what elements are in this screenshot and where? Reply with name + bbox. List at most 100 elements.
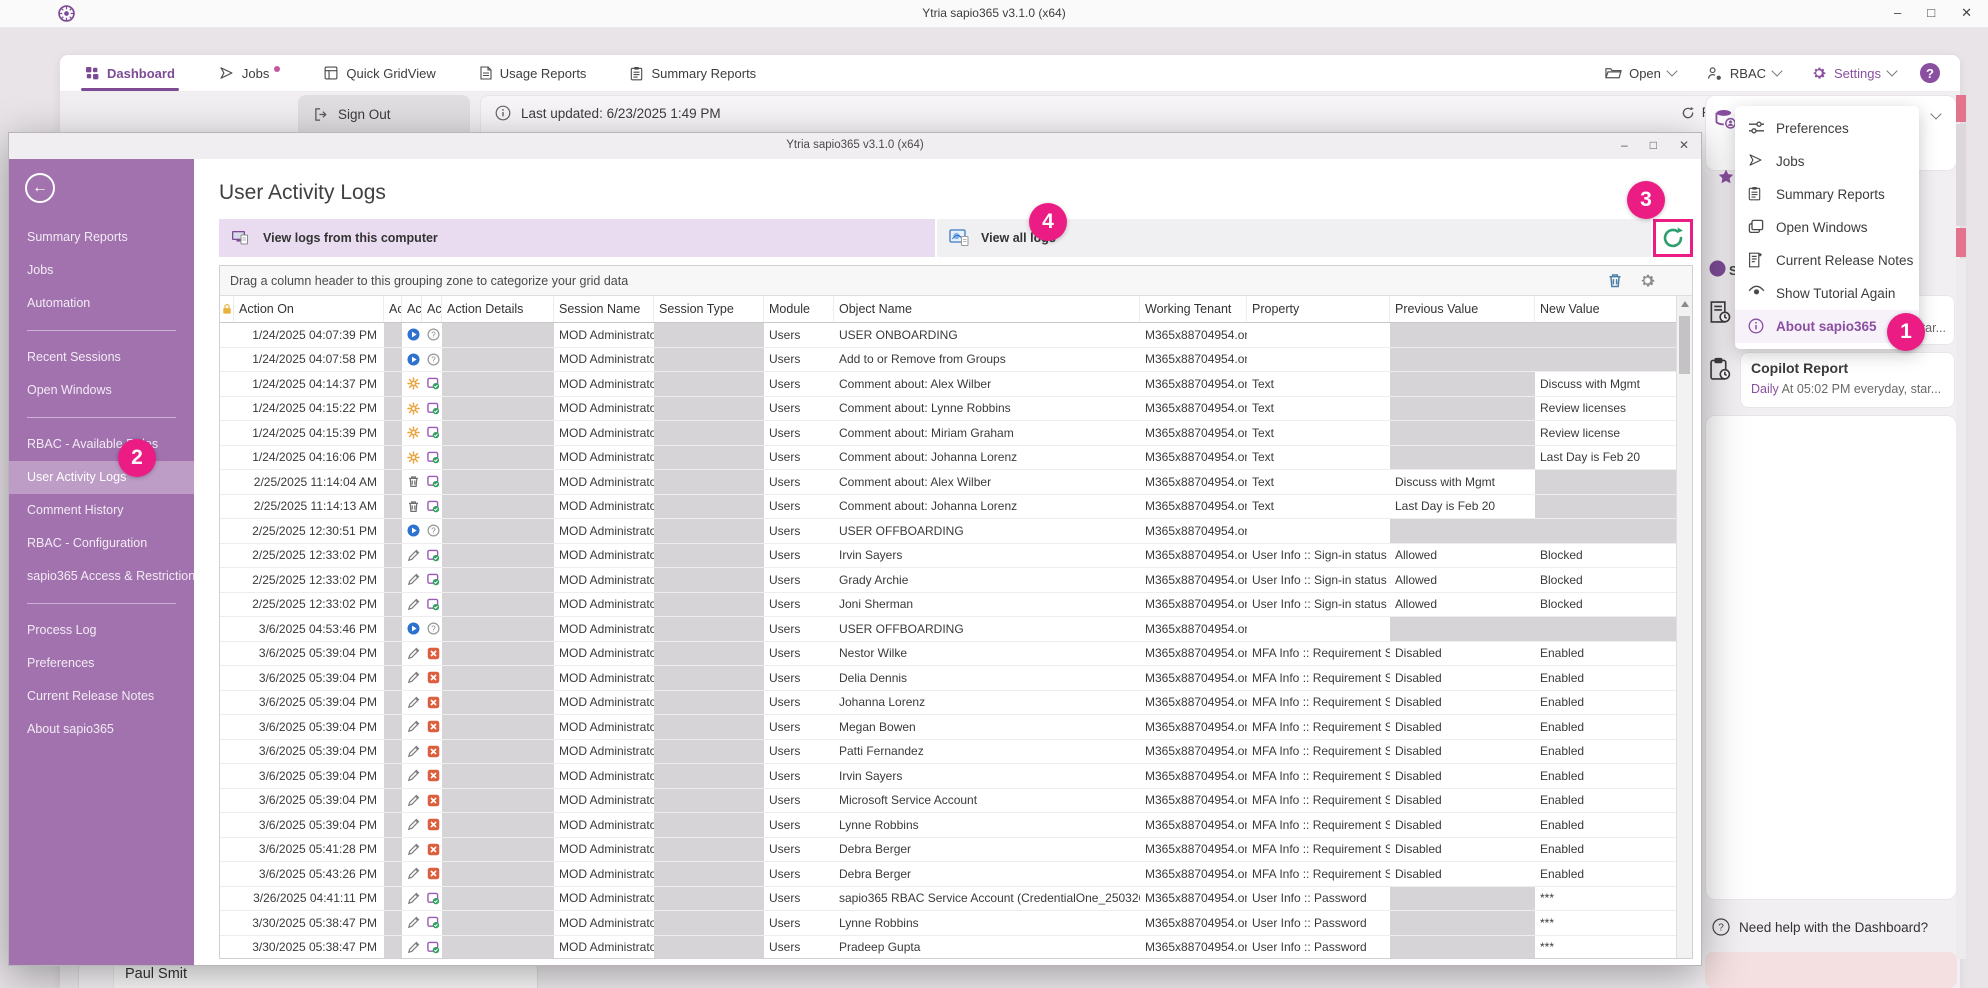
sidebar-item-recent-sessions[interactable]: Recent Sessions bbox=[9, 341, 194, 374]
table-row[interactable]: 3/6/2025 05:43:26 PMLEMOD AdministratorU… bbox=[220, 862, 1692, 887]
column-header-ac-[interactable]: Ac... bbox=[422, 296, 442, 322]
cell-session-name: MOD Administrator bbox=[554, 789, 654, 813]
cell-action-type: L bbox=[402, 642, 422, 666]
help-action-button[interactable] bbox=[1705, 952, 1957, 988]
sidebar-item-comment-history[interactable]: Comment History bbox=[9, 494, 194, 527]
menu-item-jobs[interactable]: Jobs bbox=[1735, 145, 1919, 178]
tab-usage-reports[interactable]: Usage Reports bbox=[480, 55, 587, 91]
table-row[interactable]: 3/6/2025 05:39:04 PMLEMOD AdministratorU… bbox=[220, 691, 1692, 716]
chevron-down-icon[interactable] bbox=[1930, 108, 1941, 119]
maximize-icon[interactable]: □ bbox=[1650, 138, 1657, 152]
column-header-new-value[interactable]: New Value bbox=[1535, 296, 1678, 322]
cell-redacted bbox=[384, 470, 402, 494]
sidebar-item-open-windows[interactable]: Open Windows bbox=[9, 374, 194, 407]
column-header-action-on[interactable]: Action On bbox=[234, 296, 384, 322]
table-row[interactable]: 3/6/2025 05:39:04 PMLEMOD AdministratorU… bbox=[220, 666, 1692, 691]
column-header-property[interactable]: Property bbox=[1247, 296, 1390, 322]
sidebar-item-current-release-notes[interactable]: Current Release Notes bbox=[9, 680, 194, 713]
table-row[interactable]: 2/25/2025 11:14:13 AMDSMOD Administrator… bbox=[220, 495, 1692, 520]
sidebar-item-sapio365-access-restrictions[interactable]: sapio365 Access & Restrictions bbox=[9, 560, 194, 593]
table-row[interactable]: 2/25/2025 12:30:51 PMR?NMOD Administrato… bbox=[220, 519, 1692, 544]
vertical-scrollbar[interactable] bbox=[1676, 296, 1692, 958]
sidebar-item-summary-reports[interactable]: Summary Reports bbox=[9, 221, 194, 254]
sidebar-item-jobs[interactable]: Jobs bbox=[9, 254, 194, 287]
sidebar-item-user-activity-logs[interactable]: User Activity Logs bbox=[9, 461, 194, 494]
table-row[interactable]: 2/25/2025 12:33:02 PMLSMOD Administrator… bbox=[220, 593, 1692, 618]
settings-menu-button[interactable]: Settings bbox=[1811, 65, 1896, 81]
table-row[interactable]: 3/6/2025 05:39:04 PMLEMOD AdministratorU… bbox=[220, 740, 1692, 765]
sidebar-item-automation[interactable]: Automation bbox=[9, 287, 194, 320]
column-header-module[interactable]: Module bbox=[764, 296, 834, 322]
refresh-logs-button[interactable] bbox=[1653, 219, 1693, 257]
need-help-link[interactable]: ? Need help with the Dashboard? bbox=[1712, 918, 1928, 936]
column-header-ac-[interactable]: Ac... bbox=[384, 296, 402, 322]
column-header-previous-value[interactable]: Previous Value bbox=[1390, 296, 1535, 322]
table-row[interactable]: 1/24/2025 04:14:37 PMCSMOD Administrator… bbox=[220, 372, 1692, 397]
column-header-ac-[interactable]: Ac... bbox=[402, 296, 422, 322]
sidebar-item-about-sapio365[interactable]: About sapio365 bbox=[9, 713, 194, 746]
cell-action-type: L bbox=[402, 740, 422, 764]
table-row[interactable]: 2/25/2025 12:33:02 PMLSMOD Administrator… bbox=[220, 568, 1692, 593]
cell-module: Users bbox=[764, 323, 834, 347]
sidebar-item-process-log[interactable]: Process Log bbox=[9, 614, 194, 647]
tab-view-local-logs[interactable]: View logs from this computer bbox=[219, 219, 935, 257]
column-header-object-name[interactable]: Object Name bbox=[834, 296, 1140, 322]
table-row[interactable]: 3/6/2025 05:41:28 PMLEMOD AdministratorU… bbox=[220, 838, 1692, 863]
maximize-icon[interactable]: □ bbox=[1927, 5, 1935, 21]
open-menu-button[interactable]: Open bbox=[1605, 66, 1676, 81]
minimize-icon[interactable]: – bbox=[1894, 5, 1901, 21]
sidebar-item-preferences[interactable]: Preferences bbox=[9, 647, 194, 680]
cell-redacted bbox=[384, 348, 402, 372]
copilot-report-card[interactable]: Copilot Report Daily At 05:02 PM everyda… bbox=[1740, 352, 1955, 408]
delete-rows-icon[interactable] bbox=[1607, 272, 1623, 289]
tab-dashboard[interactable]: Dashboard bbox=[85, 55, 175, 91]
menu-item-open-windows[interactable]: Open Windows bbox=[1735, 211, 1919, 244]
cell-property: MFA Info :: Requirement Sta bbox=[1247, 838, 1390, 862]
sidebar-item-rbac-configuration[interactable]: RBAC - Configuration bbox=[9, 527, 194, 560]
menu-item-summary-reports[interactable]: Summary Reports bbox=[1735, 178, 1919, 211]
tab-quick-gridview[interactable]: Quick GridView bbox=[324, 55, 435, 91]
close-icon[interactable]: ✕ bbox=[1679, 138, 1689, 152]
table-row[interactable]: 1/24/2025 04:16:06 PMCSMOD Administrator… bbox=[220, 446, 1692, 471]
table-row[interactable]: 3/26/2025 04:41:11 PMLSMOD Administrator… bbox=[220, 887, 1692, 912]
table-row[interactable]: 1/24/2025 04:07:39 PMR?NMOD Administrato… bbox=[220, 323, 1692, 348]
scroll-up-icon[interactable] bbox=[1681, 301, 1689, 307]
tab-jobs[interactable]: Jobs bbox=[219, 55, 280, 91]
grouping-zone[interactable]: Drag a column header to this grouping zo… bbox=[220, 266, 1692, 296]
tab-summary-reports[interactable]: Summary Reports bbox=[630, 55, 756, 91]
table-row[interactable]: 3/6/2025 04:53:46 PMR?NMOD Administrator… bbox=[220, 617, 1692, 642]
table-row[interactable]: 2/25/2025 11:14:04 AMDSMOD Administrator… bbox=[220, 470, 1692, 495]
sidebar-item-rbac-available-roles[interactable]: RBAC - Available Roles bbox=[9, 428, 194, 461]
menu-item-preferences[interactable]: Preferences bbox=[1735, 112, 1919, 145]
help-button[interactable]: ? bbox=[1920, 63, 1940, 83]
menu-item-show-tutorial-again[interactable]: Show Tutorial Again bbox=[1735, 277, 1919, 310]
table-row[interactable]: 3/30/2025 05:38:47 PMLSMOD Administrator… bbox=[220, 936, 1692, 960]
column-header-working-tenant[interactable]: Working Tenant bbox=[1140, 296, 1247, 322]
grid-settings-gear-icon[interactable] bbox=[1639, 272, 1656, 289]
table-row[interactable]: 3/6/2025 05:39:04 PMLEMOD AdministratorU… bbox=[220, 715, 1692, 740]
table-row[interactable]: 3/6/2025 05:39:04 PMLEMOD AdministratorU… bbox=[220, 764, 1692, 789]
column-header-action-details[interactable]: Action Details bbox=[442, 296, 554, 322]
table-row[interactable]: 3/6/2025 05:39:04 PMLEMOD AdministratorU… bbox=[220, 642, 1692, 667]
table-row[interactable]: 3/6/2025 05:39:04 PMLEMOD AdministratorU… bbox=[220, 789, 1692, 814]
cell-module: Users bbox=[764, 887, 834, 911]
table-row[interactable]: 1/24/2025 04:07:58 PMR?NMOD Administrato… bbox=[220, 348, 1692, 373]
table-row[interactable]: 2/25/2025 12:33:02 PMLSMOD Administrator… bbox=[220, 544, 1692, 569]
rbac-menu-button[interactable]: RBAC bbox=[1706, 66, 1781, 81]
column-header-session-type[interactable]: Session Type bbox=[654, 296, 764, 322]
table-row[interactable]: 1/24/2025 04:15:22 PMCSMOD Administrator… bbox=[220, 397, 1692, 422]
cell-previous-value: Disabled bbox=[1390, 813, 1535, 837]
back-button[interactable]: ← bbox=[25, 173, 55, 203]
copilot-report-schedule: Daily At 05:02 PM everyday, star... bbox=[1751, 382, 1941, 396]
table-row[interactable]: 3/6/2025 05:39:04 PMLEMOD AdministratorU… bbox=[220, 813, 1692, 838]
scrollbar-thumb[interactable] bbox=[1679, 316, 1690, 374]
minimize-icon[interactable]: – bbox=[1621, 138, 1628, 152]
cell-session-name: MOD Administrator bbox=[554, 323, 654, 347]
column-header-session-name[interactable]: Session Name bbox=[554, 296, 654, 322]
table-row[interactable]: 1/24/2025 04:15:39 PMCSMOD Administrator… bbox=[220, 421, 1692, 446]
table-row[interactable]: 3/30/2025 05:38:47 PMLSMOD Administrator… bbox=[220, 911, 1692, 936]
menu-item-current-release-notes[interactable]: Current Release Notes bbox=[1735, 244, 1919, 277]
comment-icon bbox=[407, 377, 420, 390]
sign-out-button[interactable]: Sign Out bbox=[298, 95, 470, 133]
close-icon[interactable]: ✕ bbox=[1961, 5, 1972, 21]
